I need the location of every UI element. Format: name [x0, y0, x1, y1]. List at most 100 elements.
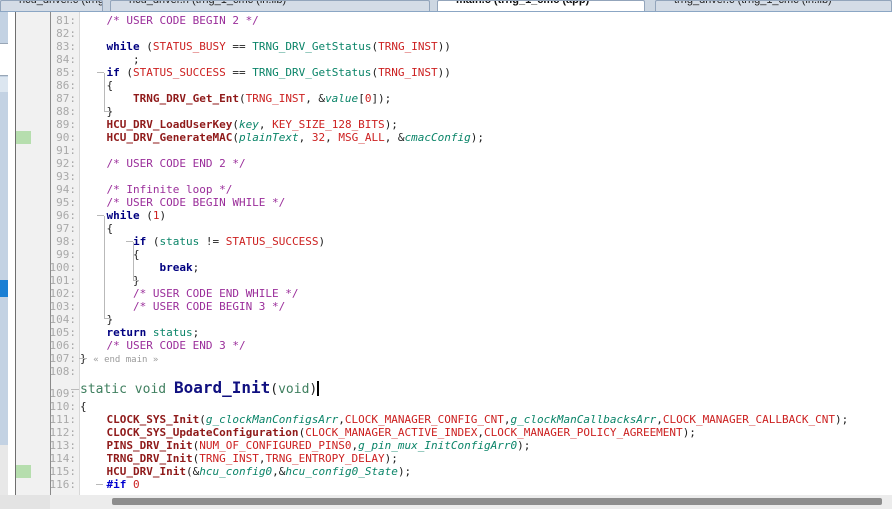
line-number-89[interactable]: 89: [56, 118, 76, 131]
line-number-115[interactable]: 115: [50, 465, 77, 478]
line-number-95[interactable]: 95: [56, 196, 76, 209]
code-token: ( [119, 66, 133, 79]
editor-tab-2[interactable]: hcu_driver.h (trng_1_cmc (in.lib) [110, 0, 430, 11]
line-number-88[interactable]: 88: [56, 105, 76, 118]
editor-tab-4[interactable]: trng_driver.c (trng_1_cmc (in.lib) [655, 0, 892, 11]
line-number-94[interactable]: 94: [56, 183, 76, 196]
code-line-103[interactable]: /* USER CODE BEGIN 3 */ [80, 300, 892, 313]
line-number-105[interactable]: 105: [50, 326, 77, 339]
line-number-83[interactable]: 83: [56, 40, 76, 53]
code-line-95[interactable]: /* USER CODE BEGIN WHILE */ [80, 196, 892, 209]
code-line-107[interactable]: } « end main » [80, 352, 892, 365]
code-line-111[interactable]: CLOCK_SYS_Init(g_clockManConfigsArr,CLOC… [80, 413, 892, 426]
code-line-101[interactable]: } [80, 274, 892, 287]
code-line-102[interactable]: /* USER CODE END WHILE */ [80, 287, 892, 300]
line-number-87[interactable]: 87: [56, 92, 76, 105]
code-line-110[interactable]: { [80, 400, 892, 413]
code-token: ) [309, 382, 318, 397]
line-number-91[interactable]: 91: [56, 144, 76, 157]
code-line-86[interactable]: { [80, 79, 892, 92]
comment-token: /* USER CODE BEGIN 2 */ [80, 14, 259, 27]
code-line-114[interactable]: TRNG_DRV_Init(TRNG_INST,TRNG_ENTROPY_DEL… [80, 452, 892, 465]
line-number-103[interactable]: 103: [50, 300, 77, 313]
line-number-99[interactable]: 99: [56, 248, 76, 261]
code-token: void [134, 382, 167, 397]
line-number-114[interactable]: 114: [50, 452, 77, 465]
horizontal-scrollbar-thumb[interactable] [112, 498, 882, 505]
code-line-106[interactable]: /* USER CODE END 3 */ [80, 339, 892, 352]
code-token: { [80, 222, 114, 235]
editor-tab-bar: hcu_driver.c (trng_1_cmc (in.lib) hcu_dri… [0, 0, 892, 12]
line-number-98[interactable]: 98: [56, 235, 76, 248]
code-line-88[interactable]: } [80, 105, 892, 118]
line-number-110[interactable]: 110: [50, 400, 77, 413]
line-number-108[interactable]: 108: [50, 365, 77, 378]
code-line-89[interactable]: HCU_DRV_LoadUserKey(key, KEY_SIZE_128_BI… [80, 118, 892, 131]
annotation-ruler[interactable] [16, 12, 50, 495]
line-number-96[interactable]: 96: [56, 209, 76, 222]
code-token: ( [139, 209, 153, 222]
code-token: ); [397, 465, 412, 478]
code-line-91[interactable] [80, 144, 892, 157]
code-line-94[interactable]: /* Infinite loop */ [80, 183, 892, 196]
line-number-113[interactable]: 113: [50, 439, 77, 452]
code-line-99[interactable]: { [80, 248, 892, 261]
code-line-108[interactable] [80, 365, 892, 378]
code-line-96[interactable]: while (1) [80, 209, 892, 222]
code-area[interactable]: /* USER CODE BEGIN 2 */ while (STATUS_BU… [80, 12, 892, 495]
code-line-81[interactable]: /* USER CODE BEGIN 2 */ [80, 14, 892, 27]
line-number-82[interactable]: 82: [56, 27, 76, 40]
code-line-92[interactable]: /* USER CODE END 2 */ [80, 157, 892, 170]
code-token: STATUS_SUCCESS [133, 66, 226, 79]
line-number-106[interactable]: 106: [50, 339, 77, 352]
line-number-104[interactable]: 104: [50, 313, 77, 326]
line-number-85[interactable]: 85: [56, 66, 76, 79]
code-token: CLOCK_MANAGER_CALLBACK_CNT [662, 413, 836, 426]
line-number-100[interactable]: 100: [50, 261, 77, 274]
code-line-87[interactable]: TRNG_DRV_Get_Ent(TRNG_INST, &value[0]); [80, 92, 892, 105]
line-number-116[interactable]: 116: [50, 478, 77, 491]
code-token: g_pin_mux_InitConfigArr0 [358, 439, 518, 452]
code-line-116[interactable]: #if 0 [80, 478, 892, 491]
editor-tab-3[interactable]: main.c (trng_1_cmc (app) [437, 0, 645, 11]
code-line-113[interactable]: PINS_DRV_Init(NUM_OF_CONFIGURED_PINS0,g_… [80, 439, 892, 452]
code-line-83[interactable]: while (STATUS_BUSY == TRNG_DRV_GetStatus… [80, 40, 892, 53]
line-number-81[interactable]: 81: [56, 14, 76, 27]
line-number-92[interactable]: 92: [56, 157, 76, 170]
scope-guide-while96 [104, 216, 105, 319]
code-line-98[interactable]: if (status != STATUS_SUCCESS) [80, 235, 892, 248]
code-line-115[interactable]: HCU_DRV_Init(&hcu_config0,&hcu_config0_S… [80, 465, 892, 478]
code-line-100[interactable]: break; [80, 261, 892, 274]
line-number-102[interactable]: 102: [50, 287, 77, 300]
line-number-101[interactable]: 101: [50, 274, 77, 287]
end-main-annotation: « end main » [93, 355, 159, 365]
editor-tab-1[interactable]: hcu_driver.c (trng_1_cmc (in.lib) [0, 0, 103, 11]
code-line-109[interactable]: static void Board_Init(void) [80, 378, 892, 400]
code-line-112[interactable]: CLOCK_SYS_UpdateConfiguration(CLOCK_MANA… [80, 426, 892, 439]
line-number-107[interactable]: 107: [50, 352, 77, 365]
line-number-93[interactable]: 93: [56, 170, 76, 183]
code-line-104[interactable]: } [80, 313, 892, 326]
line-number-111[interactable]: 111: [50, 413, 77, 426]
code-line-82[interactable] [80, 27, 892, 40]
code-line-105[interactable]: return status; [80, 326, 892, 339]
line-number-86[interactable]: 86: [56, 79, 76, 92]
code-token: hcu_config0 [199, 465, 273, 478]
tab-label: trng_driver.c (trng_1_cmc (in.lib) [674, 0, 832, 6]
code-token: ( [146, 235, 160, 248]
code-token: , [503, 413, 511, 426]
code-line-97[interactable]: { [80, 222, 892, 235]
line-number-84[interactable]: 84: [56, 53, 76, 66]
code-line-84[interactable]: ; [80, 53, 892, 66]
code-line-93[interactable] [80, 170, 892, 183]
line-number-90[interactable]: 90: [56, 131, 76, 144]
scope-guide-if85 [104, 73, 105, 112]
code-line-90[interactable]: HCU_DRV_GenerateMAC(plainText, 32, MSG_A… [80, 131, 892, 144]
line-number-97[interactable]: 97: [56, 222, 76, 235]
code-line-85[interactable]: if (STATUS_SUCCESS == TRNG_DRV_GetStatus… [80, 66, 892, 79]
code-token: CLOCK_SYS_Init [106, 413, 200, 426]
line-number-gutter[interactable]: 81: 82: 83: 84: 85: 86: 87: 88: 89: 90: 91: 92: 93: 9… [50, 12, 79, 495]
line-number-112[interactable]: 112: [50, 426, 77, 439]
